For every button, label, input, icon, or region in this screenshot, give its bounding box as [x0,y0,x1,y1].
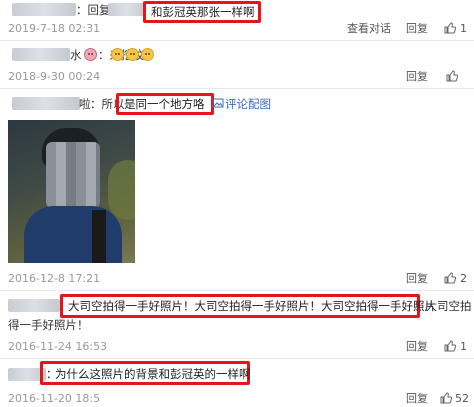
photo-foliage [108,160,135,220]
username-blurred[interactable] [12,3,76,16]
comment-text-tail: ！大司空拍 [414,299,472,313]
comment-time: 2018-9-30 00:24 [8,70,101,83]
thumb-up-icon[interactable] [444,272,456,284]
emoji-icon [141,48,154,61]
username-blurred[interactable] [12,48,70,61]
comment-time: 2016-11-20 18:5 [8,392,101,405]
highlighted-comment-text: 是同一个地方咯 [116,93,214,115]
thumb-up-icon[interactable] [440,392,452,404]
divider [0,88,474,89]
reply-link[interactable]: 回复 [406,392,428,405]
username-blurred[interactable] [8,299,60,312]
photo-strap [92,210,106,263]
highlighted-comment-text: ： 为什么这照片的背景和彭冠英的一样啊 [40,361,251,385]
like-count: 1 [460,340,467,353]
emoji-icon [111,48,124,61]
username-suffix[interactable]: 水 [70,48,82,62]
like-count: 1 [460,22,467,35]
reply-link[interactable]: 回复 [406,70,428,83]
thumb-up-icon[interactable] [446,70,458,82]
comment-text: 和彭冠英那张一样啊 [151,5,255,19]
image-icon[interactable] [212,97,224,109]
thumb-up-icon[interactable] [444,22,456,34]
mention-blurred[interactable] [108,3,146,16]
comment-time: 2019-7-18 02:31 [8,22,101,35]
comment-text: 为什么这照片的背景和彭冠英的一样啊 [55,367,251,381]
comment-text: 大司空拍得一手好照片！大司空拍得一手好照片！大司空拍得一手好照片 [68,299,436,313]
highlighted-comment-text: 大司空拍得一手好照片！大司空拍得一手好照片！大司空拍得一手好照片 [60,294,436,318]
like-count: 52 [455,392,469,405]
divider [0,290,474,291]
username-suffix[interactable]: 啦 [79,97,91,111]
divider [0,358,474,359]
view-image-link[interactable]: 评论配图 [225,97,271,111]
comment-text: 是同一个地方咯 [124,97,205,111]
comment-time: 2016-11-24 16:53 [8,340,108,353]
username-blurred[interactable] [12,97,80,110]
reply-link[interactable]: 回复 [406,272,428,285]
divider [0,40,474,41]
emoji-icon [84,48,97,61]
photo-face-pixelated [46,142,100,208]
comment-time: 2016-12-8 17:21 [8,272,101,285]
comment-text-line2: 得一手好照片！ [8,318,89,332]
reply-link[interactable]: 回复 [406,340,428,353]
comment-image[interactable] [8,120,135,263]
highlighted-comment-text: 和彭冠英那张一样啊 [143,1,261,23]
like-count: 2 [460,272,467,285]
thumb-up-icon[interactable] [444,340,456,352]
reply-link[interactable]: 回复 [406,22,428,35]
emoji-icon [126,48,139,61]
view-conversation-link[interactable]: 查看对话 [347,22,391,35]
photo-body [24,206,122,263]
